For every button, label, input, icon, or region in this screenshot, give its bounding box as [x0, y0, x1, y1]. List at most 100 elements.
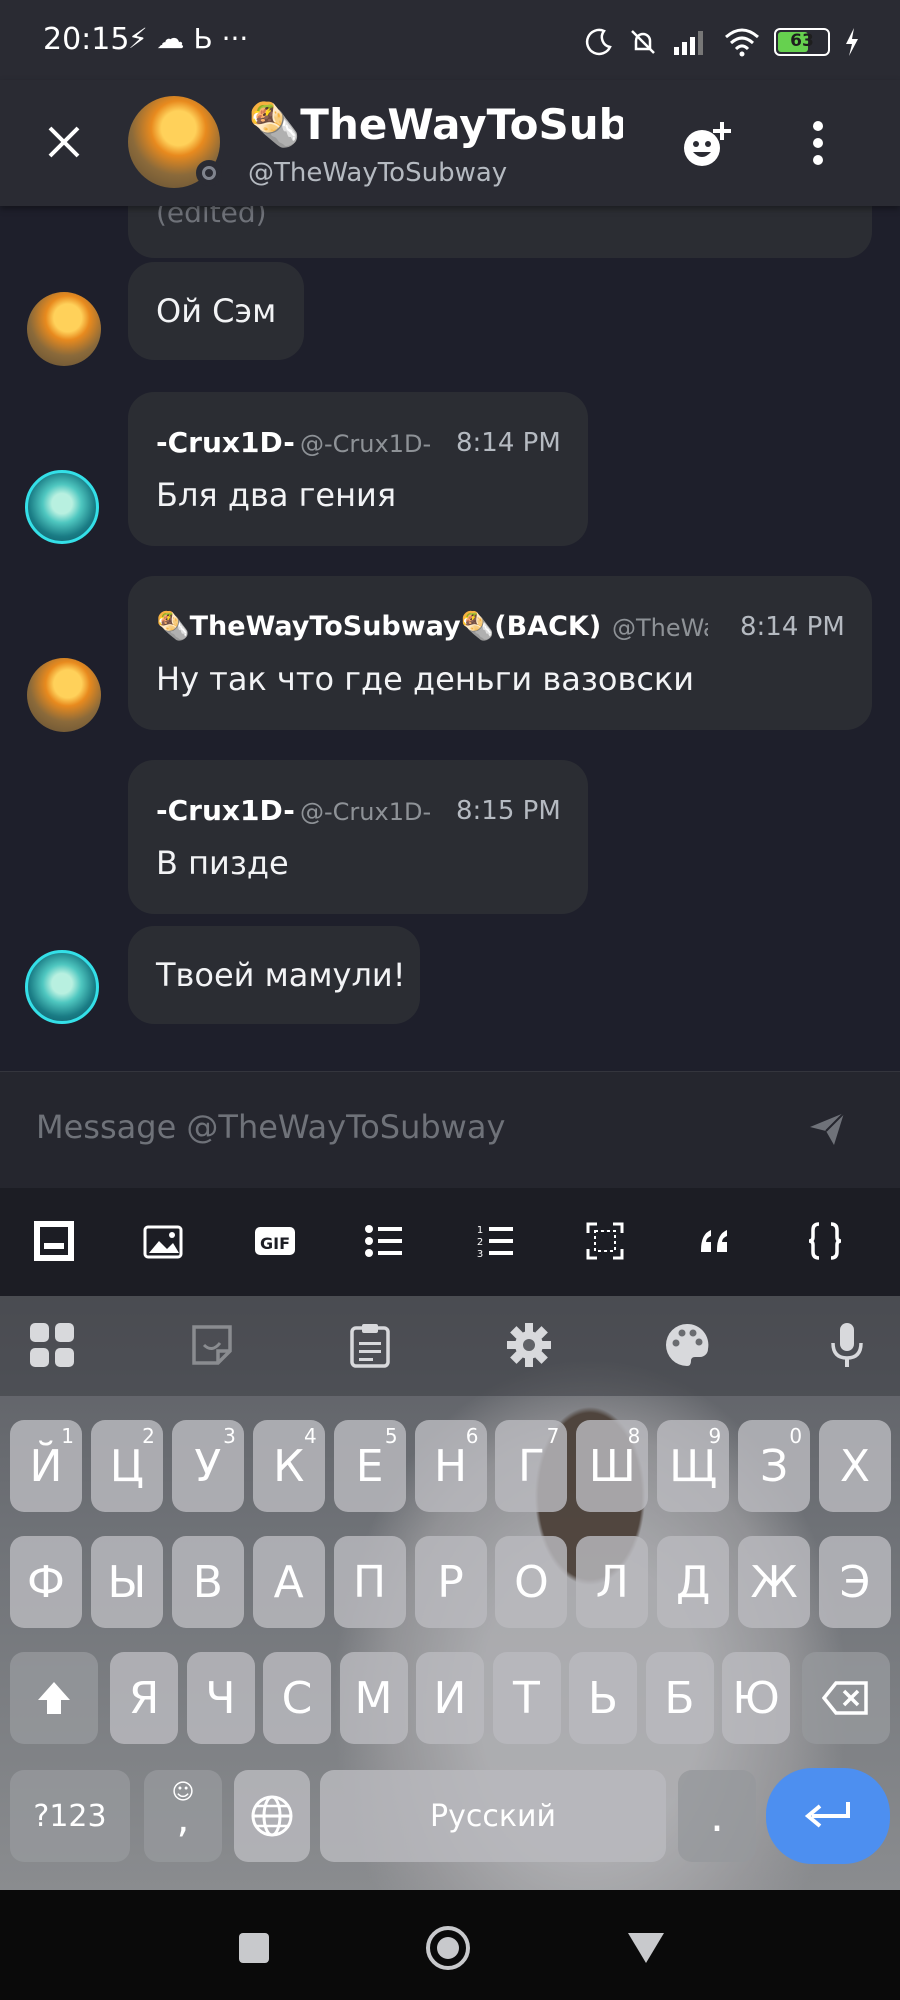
- palette-icon[interactable]: [660, 1318, 714, 1372]
- message-author[interactable]: -Crux1D-: [156, 794, 295, 827]
- numbered-list-icon[interactable]: 123: [472, 1218, 518, 1264]
- message-list[interactable]: (edited) Ой Сэм -Crux1D- @-Crux1D- 8:14 …: [0, 206, 900, 1071]
- close-icon[interactable]: [40, 118, 88, 166]
- comma-label: ,: [176, 1796, 190, 1842]
- avatar[interactable]: [27, 292, 101, 366]
- key-Ч[interactable]: Ч: [186, 1652, 255, 1744]
- back-button[interactable]: [622, 1924, 670, 1972]
- key-Я[interactable]: Я: [110, 1652, 178, 1744]
- message-bubble[interactable]: (edited): [128, 206, 872, 258]
- settings-icon[interactable]: [502, 1318, 556, 1372]
- signal-icon: [674, 31, 703, 55]
- key-Р[interactable]: Р: [414, 1536, 487, 1628]
- message-bubble[interactable]: 🌯TheWayToSubway🌯(BACK) @TheWa 8:14 PM Ну…: [128, 576, 872, 730]
- avatar[interactable]: [27, 658, 101, 732]
- user-display-name[interactable]: 🌯TheWayToSubway: [248, 100, 623, 150]
- mic-icon[interactable]: [820, 1318, 874, 1372]
- key-Ь[interactable]: Ь: [569, 1652, 637, 1744]
- key-В[interactable]: В: [171, 1536, 244, 1628]
- spoiler-icon[interactable]: [582, 1218, 628, 1264]
- key-Ц[interactable]: Ц2: [90, 1420, 163, 1512]
- key-М[interactable]: М: [339, 1652, 408, 1744]
- message-bubble[interactable]: Твоей мамули!: [128, 926, 420, 1024]
- key-А[interactable]: А: [252, 1536, 325, 1628]
- status-notification-icons: ⚡ ☁ Ь ···: [128, 22, 249, 55]
- key-П[interactable]: П: [333, 1536, 406, 1628]
- symbols-key[interactable]: ?123: [10, 1770, 130, 1862]
- battery-icon: 63: [774, 28, 830, 56]
- key-З[interactable]: З0: [738, 1420, 811, 1512]
- key-У[interactable]: У3: [171, 1420, 244, 1512]
- avatar[interactable]: [25, 470, 99, 544]
- key-Г[interactable]: Г7: [495, 1420, 568, 1512]
- moon-icon: [585, 28, 612, 56]
- key-label: Ж: [750, 1556, 798, 1608]
- more-options-icon[interactable]: [804, 118, 832, 168]
- avatar[interactable]: [25, 950, 99, 1024]
- message-bubble[interactable]: Ой Сэм: [128, 262, 304, 360]
- key-Э[interactable]: Э: [819, 1536, 891, 1628]
- send-icon[interactable]: [806, 1107, 848, 1149]
- message-timestamp: 8:14 PM: [740, 612, 845, 642]
- message-text: В пизде: [156, 844, 289, 882]
- key-К[interactable]: К4: [252, 1420, 325, 1512]
- message-text: Ну так что где деньги вазовски: [156, 660, 695, 698]
- bullet-list-icon[interactable]: [361, 1218, 407, 1264]
- period-key[interactable]: .: [678, 1770, 756, 1862]
- key-Ф[interactable]: Ф: [10, 1536, 82, 1628]
- message-text: Ой Сэм: [156, 292, 277, 330]
- avatar[interactable]: [128, 96, 222, 188]
- key-hint: 3: [223, 1424, 236, 1448]
- keyboard-toolbar: [0, 1296, 900, 1396]
- key-Х[interactable]: Х: [819, 1420, 891, 1512]
- key-Л[interactable]: Л: [576, 1536, 649, 1628]
- key-С[interactable]: С: [263, 1652, 331, 1744]
- key-О[interactable]: О: [495, 1536, 568, 1628]
- apps-grid-icon[interactable]: [25, 1318, 79, 1372]
- key-label: Ю: [732, 1672, 780, 1724]
- add-friend-icon[interactable]: [676, 116, 740, 172]
- code-icon[interactable]: [802, 1218, 848, 1264]
- key-Й[interactable]: Й1: [10, 1420, 82, 1512]
- key-label: Ы: [107, 1556, 147, 1608]
- key-label: Ш: [588, 1440, 636, 1492]
- image-icon[interactable]: [141, 1218, 187, 1264]
- svg-text:GIF: GIF: [260, 1234, 290, 1253]
- key-label: Ц: [109, 1440, 144, 1492]
- key-Н[interactable]: Н6: [414, 1420, 487, 1512]
- backspace-key[interactable]: [802, 1652, 890, 1744]
- message-author[interactable]: -Crux1D-: [156, 426, 295, 459]
- key-Ю[interactable]: Ю: [722, 1652, 790, 1744]
- message-bubble[interactable]: -Crux1D- @-Crux1D- 8:15 PM В пизде: [128, 760, 588, 914]
- key-label: Х: [839, 1440, 871, 1492]
- message-bubble[interactable]: -Crux1D- @-Crux1D- 8:14 PM Бля два гения: [128, 392, 588, 546]
- key-label: Ф: [27, 1556, 65, 1608]
- space-bar[interactable]: Русский: [320, 1770, 666, 1862]
- emoji-comma-key[interactable]: ☺ ,: [144, 1770, 222, 1862]
- key-Ы[interactable]: Ы: [90, 1536, 163, 1628]
- key-Ж[interactable]: Ж: [738, 1536, 811, 1628]
- gif-icon[interactable]: GIF: [252, 1218, 298, 1264]
- key-Щ[interactable]: Щ9: [657, 1420, 730, 1512]
- key-Ш[interactable]: Ш8: [576, 1420, 649, 1512]
- svg-text:2: 2: [477, 1237, 483, 1248]
- clipboard-icon[interactable]: [343, 1318, 397, 1372]
- message-input[interactable]: [36, 1102, 756, 1152]
- recent-apps-button[interactable]: [230, 1924, 278, 1972]
- language-key[interactable]: [234, 1770, 310, 1862]
- key-label: П: [353, 1556, 387, 1608]
- message-author[interactable]: 🌯TheWayToSubway🌯(BACK): [156, 610, 601, 642]
- sticker-icon[interactable]: [185, 1318, 239, 1372]
- key-hint: 8: [627, 1424, 641, 1448]
- key-И[interactable]: И: [416, 1652, 484, 1744]
- key-Е[interactable]: Е5: [333, 1420, 406, 1512]
- enter-key[interactable]: [766, 1768, 890, 1864]
- keyboard-icon[interactable]: [31, 1218, 77, 1264]
- shift-key[interactable]: [10, 1652, 98, 1744]
- key-Д[interactable]: Д: [657, 1536, 730, 1628]
- quote-icon[interactable]: [692, 1218, 738, 1264]
- key-Т[interactable]: Т: [492, 1652, 561, 1744]
- key-Б[interactable]: Б: [645, 1652, 714, 1744]
- home-button[interactable]: [424, 1924, 472, 1972]
- key-label: Э: [839, 1556, 871, 1608]
